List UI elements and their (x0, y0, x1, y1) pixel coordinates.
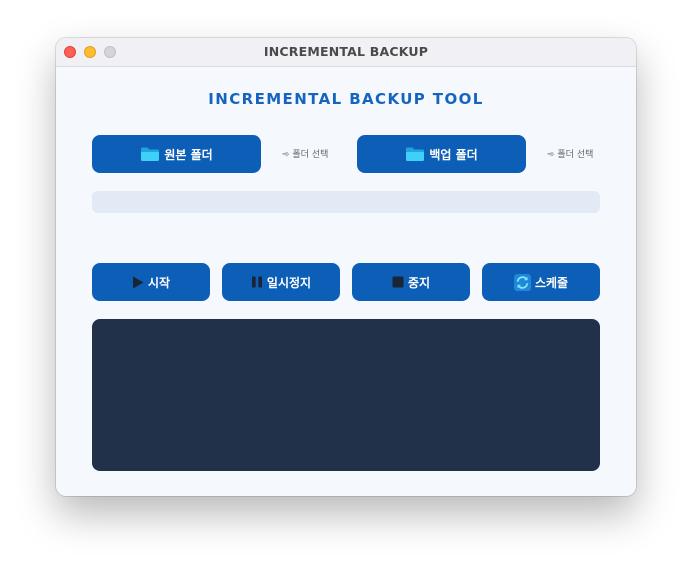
progress-bar (92, 191, 600, 213)
app-heading: INCREMENTAL BACKUP TOOL (208, 90, 484, 108)
log-panel (92, 319, 600, 471)
backup-folder-hint: ➾ 폴더 선택 (547, 150, 594, 160)
stop-icon (392, 276, 404, 288)
play-icon (132, 276, 144, 289)
app-window: INCREMENTAL BACKUP INCREMENTAL BACKUP TO… (56, 38, 636, 496)
folder-icon (140, 146, 160, 162)
refresh-icon (513, 273, 531, 291)
backup-folder-button-label: 백업 폴더 (429, 147, 478, 162)
start-button-label: 시작 (147, 275, 171, 290)
pause-button-label: 일시정지 (266, 275, 312, 290)
backup-folder-button[interactable]: 백업 폴더 (357, 135, 526, 173)
source-folder-button[interactable]: 원본 폴더 (92, 135, 261, 173)
stop-button-label: 중지 (407, 275, 431, 290)
pause-icon (251, 276, 263, 288)
start-button[interactable]: 시작 (92, 263, 210, 301)
stop-button[interactable]: 중지 (352, 263, 470, 301)
source-folder-hint: ➾ 폴더 선택 (282, 150, 329, 160)
schedule-button[interactable]: 스케줄 (482, 263, 600, 301)
schedule-button-label: 스케줄 (534, 275, 569, 290)
title-bar: INCREMENTAL BACKUP (56, 38, 636, 67)
window-title: INCREMENTAL BACKUP (263, 44, 429, 59)
pause-button[interactable]: 일시정지 (222, 263, 340, 301)
source-folder-button-label: 원본 폴더 (164, 147, 213, 162)
folder-icon (405, 146, 425, 162)
